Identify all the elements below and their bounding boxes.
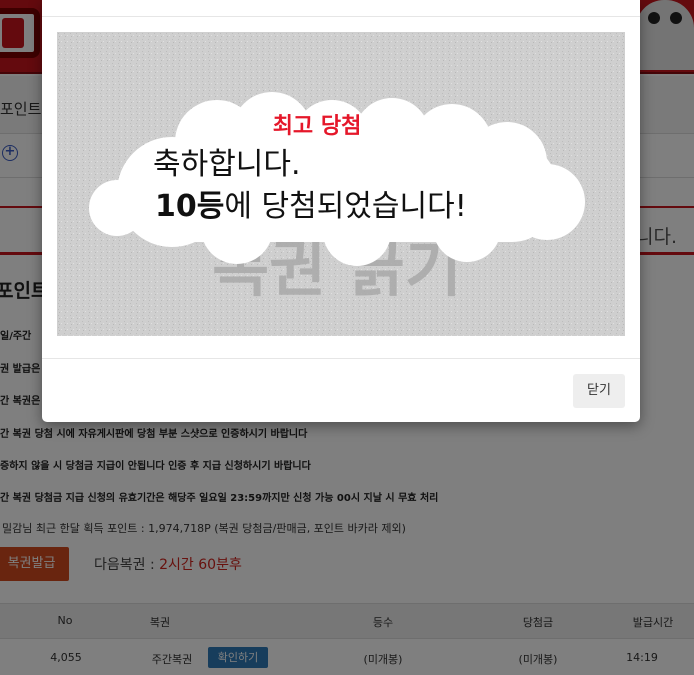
winning-rank: 10등 bbox=[155, 189, 224, 224]
lottery-result-modal: 복권 긁기 최고 당첨 축하합니다. 10등에 당첨되었습니다! 닫기 bbox=[42, 0, 640, 422]
modal-header bbox=[42, 0, 640, 17]
congrats-line1: 축하합니다. bbox=[153, 147, 301, 182]
congrats-line2: 10등에 당첨되었습니다! bbox=[155, 189, 467, 224]
scratch-top-text: 최고 당첨 bbox=[273, 114, 362, 139]
scratch-ticket[interactable]: 복권 긁기 최고 당첨 축하합니다. 10등에 당첨되었습니다! bbox=[57, 32, 625, 336]
modal-footer: 닫기 bbox=[42, 358, 640, 422]
close-button[interactable]: 닫기 bbox=[573, 374, 625, 408]
congrats-line2-rest: 에 당첨되었습니다! bbox=[224, 189, 466, 224]
